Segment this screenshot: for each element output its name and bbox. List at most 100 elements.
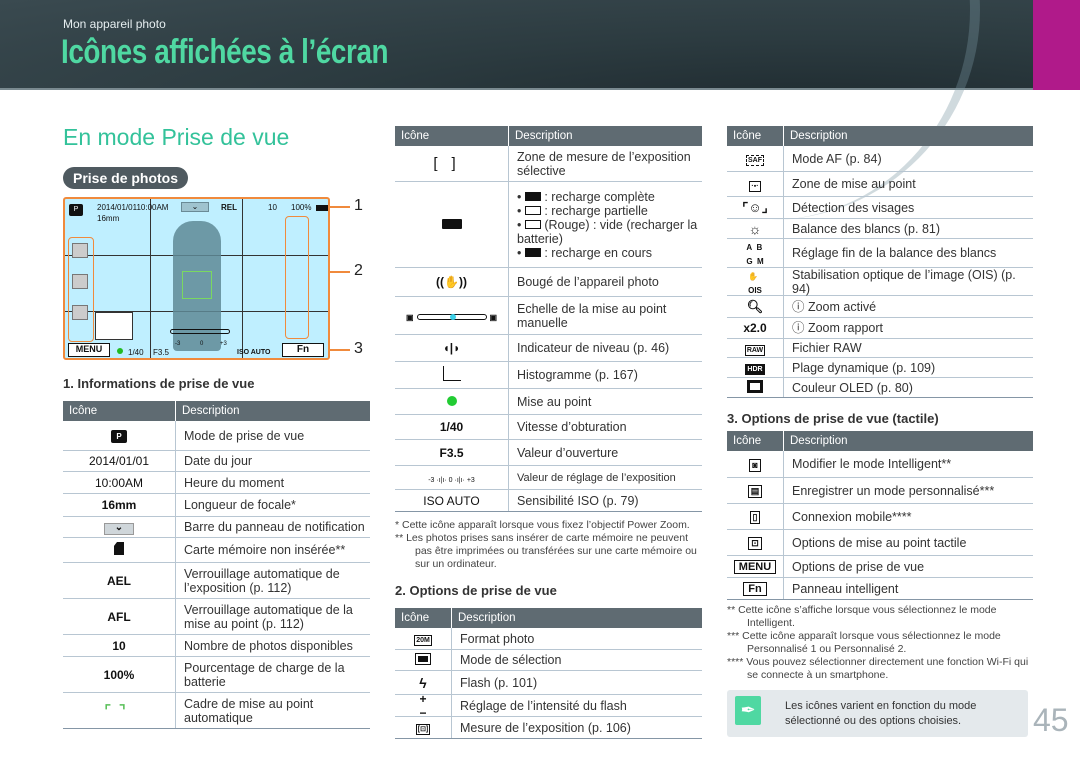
page-title: Icônes affichées à l’écran [61, 33, 389, 71]
description-text: Réglage de l’intensité du flash [460, 698, 627, 713]
saf-icon: SAF [746, 155, 764, 166]
mobile-link-icon[interactable] [72, 274, 88, 289]
battery-state-icon [524, 191, 541, 201]
description-text: Valeur de réglage de l’exposition [517, 471, 676, 484]
description-text: Heure du moment [184, 475, 285, 490]
column-header-icon: Icône [733, 130, 762, 142]
camera-mode-p-icon: P [69, 204, 83, 216]
column-header-description: Description [508, 126, 702, 146]
af-frame-icon: ⌜⌝ [104, 702, 134, 718]
column-header-description: Description [451, 608, 702, 628]
footnote: *** Cette icône apparaît lorsque vous sé… [727, 630, 1001, 655]
icon-label: 10 [112, 638, 126, 653]
bullet-text: : recharge complète [544, 189, 655, 204]
column-header-description: Description [783, 126, 1033, 146]
note-box: ✒ Les icônes varient en fonction du mode… [727, 690, 1028, 737]
description-text: Options de prise de vue [792, 559, 925, 574]
metering-icon: [⊡] [415, 724, 431, 735]
footnote: * Cette icône apparaît lorsque vous fixe… [395, 519, 690, 531]
zoom-magnifier-icon: 🔍︎ [746, 298, 764, 314]
table-row: SAF Mode AF (p. 84) [727, 146, 1033, 172]
exposure-scale-icon: -3 ·ı|ı· 0 ·ı|ı· +3 [428, 476, 475, 484]
page-number: 45 [1033, 702, 1069, 738]
description-text: Nombre de photos disponibles [184, 638, 353, 653]
callout-3: 3 [354, 340, 363, 357]
table-row: 1/40 Vitesse d’obturation [395, 415, 702, 440]
face-detection-icon: ⌜☺⌟ [742, 199, 768, 215]
hand-shake-icon: ((✋)) [436, 275, 467, 289]
description-text: Sensibilité ISO (p. 79) [517, 493, 639, 508]
pen-nib-icon: ✒ [735, 696, 761, 725]
table-row: 16mm Longueur de focale* [63, 494, 370, 517]
icon-label: AEL [107, 573, 131, 588]
bullet-item: • : recharge en cours [517, 245, 653, 260]
raw-icon: RAW [744, 344, 766, 356]
table-row: ▤ Enregistrer un mode personnalisé*** [727, 478, 1033, 504]
battery-state-icon [524, 205, 541, 215]
description-text: Pourcentage de charge de la batterie [184, 660, 345, 689]
description-text: Zone de mesure de l’exposition sélective [517, 149, 691, 178]
table-row: Mode de sélection [395, 650, 702, 671]
icon-label: 2014/01/01 [88, 454, 150, 468]
description-text: Mode AF (p. 84) [792, 151, 882, 166]
description-text: Format photo [460, 631, 535, 646]
right-footnotes: ** Cette icône s’affiche lorsque vous sé… [727, 604, 1037, 682]
touch-af-icon[interactable] [72, 305, 88, 320]
iso: ISO AUTO [237, 349, 271, 356]
table-row: ⌜☺⌟ Détection des visages [727, 197, 1033, 219]
flash-icon: ϟ [419, 674, 427, 691]
chapter-tab [1033, 0, 1080, 90]
smart-mode-icon[interactable] [72, 243, 88, 258]
table-row: MENU Options de prise de vue [727, 556, 1033, 578]
ev-max: +3 [220, 341, 227, 347]
level-indicator-icon: ◖|◗ [442, 341, 461, 355]
manual-focus-scale-icon: ▣ ▣ [405, 312, 498, 322]
section2-title: 2. Options de prise de vue [395, 583, 557, 598]
footnote: ** Les photos prises sans insérer de car… [395, 532, 697, 570]
description-text: Verrouillage automatique de l’exposition… [184, 566, 340, 595]
wb-fine-tune-icon: A BG M [746, 243, 764, 266]
focus-dot-icon [117, 348, 123, 354]
drive-mode-single-icon [415, 652, 431, 668]
bullet-text: (Rouge) : vide (recharger la batterie) [517, 217, 698, 246]
chevron-down-icon[interactable]: ⌄ [181, 202, 209, 212]
battery-state-icon [524, 247, 541, 257]
table-row: AFL Verrouillage automatique de la mise a… [63, 599, 370, 635]
description-text: ⓘ Zoom activé [792, 299, 877, 314]
column-header-description: Description [783, 431, 1033, 451]
callout-2: 2 [354, 262, 363, 279]
table-row: HDR Plage dynamique (p. 109) [727, 358, 1033, 378]
focus-dot-icon [446, 395, 457, 409]
icon-label: 1/40 [439, 420, 464, 434]
description-text: Options de mise au point tactile [792, 535, 967, 550]
menu-button[interactable]: MENU [68, 343, 110, 357]
fn-button[interactable]: Fn [282, 343, 324, 357]
icon-label: ISO AUTO [423, 493, 480, 508]
table-header: Icône Description [727, 431, 1033, 451]
histogram-icon [442, 366, 461, 384]
mobile-link-icon: ▯ [749, 509, 761, 524]
photo-size-20m-icon: 20M [414, 635, 432, 646]
bullet-text: : recharge partielle [544, 203, 648, 218]
table-row: ✋ OIS Stabilisation optique de l’image (OI… [727, 268, 1033, 296]
table-row: Mise au point [395, 389, 702, 415]
battery-icon [441, 218, 462, 232]
focus-area-icon: ·▪· [749, 180, 761, 192]
description-text: ⓘ Zoom rapport [792, 321, 884, 335]
description-text: Zone de mise au point [792, 177, 916, 191]
ael-indicator: REL [221, 203, 237, 212]
table-header: Icône Description [395, 126, 702, 146]
column-header-description: Description [175, 401, 370, 421]
description-text: Fichier RAW [792, 341, 862, 355]
description-text: Stabilisation optique de l’image (OIS) (… [792, 267, 1016, 296]
table-row: 10:00AM Heure du moment [63, 472, 370, 494]
section3-table: Icône Description ◙ Modifier le mode Intell… [727, 431, 1033, 600]
icon-label: 16mm [101, 498, 137, 512]
description-text: Connexion mobile**** [792, 509, 912, 524]
table-row: ⊡ Options de mise au point tactile [727, 530, 1033, 556]
table-row: Carte mémoire non insérée** [63, 538, 370, 563]
shots-remaining: 10 [268, 203, 277, 212]
table-row: ⌜⌝ Cadre de mise au point automatique [63, 693, 370, 729]
af-frame-icon [182, 271, 212, 299]
table-row: [⊡] Mesure de l’exposition (p. 106) [395, 717, 702, 739]
